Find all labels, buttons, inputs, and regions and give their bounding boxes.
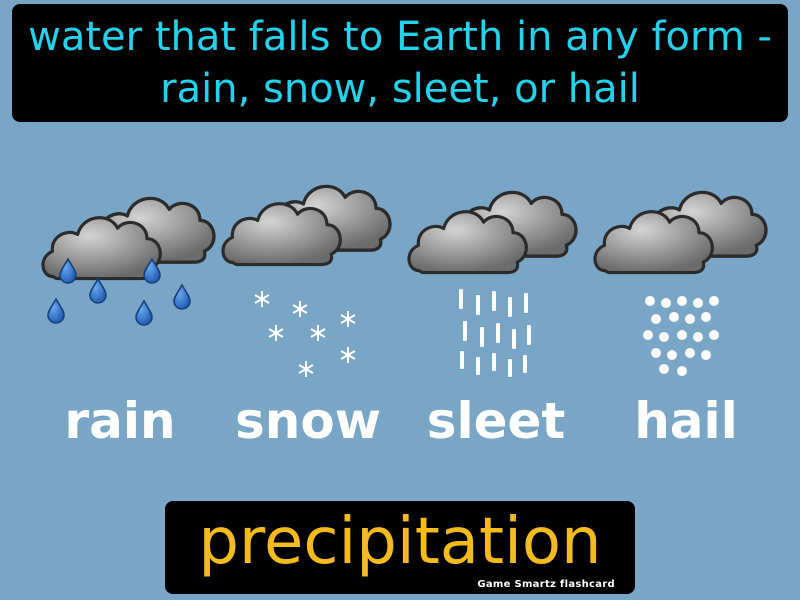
rain-cloud-icon <box>41 196 216 326</box>
hail-stones <box>643 296 719 376</box>
credit-text: Game Smartz flashcard <box>477 579 615 590</box>
snow-cloud-icon <box>221 184 392 378</box>
term-box: precipitation Game Smartz flashcard <box>165 501 635 594</box>
definition-text: water that falls to Earth in any form - … <box>28 14 772 112</box>
sleet-streaks <box>459 289 531 377</box>
hail-panel: hail <box>586 165 786 455</box>
rain-label: rain <box>64 392 176 450</box>
sleet-cloud-icon <box>407 190 578 377</box>
term-text: precipitation <box>198 505 602 579</box>
rain-panel: rain <box>20 165 220 455</box>
definition-box: water that falls to Earth in any form - … <box>12 4 788 122</box>
hail-label: hail <box>634 392 738 450</box>
sleet-panel: sleet <box>396 165 596 455</box>
hail-cloud-icon <box>593 190 768 376</box>
sleet-label: sleet <box>426 392 566 450</box>
snow-label: snow <box>235 392 381 450</box>
snow-panel: snow <box>208 165 408 455</box>
